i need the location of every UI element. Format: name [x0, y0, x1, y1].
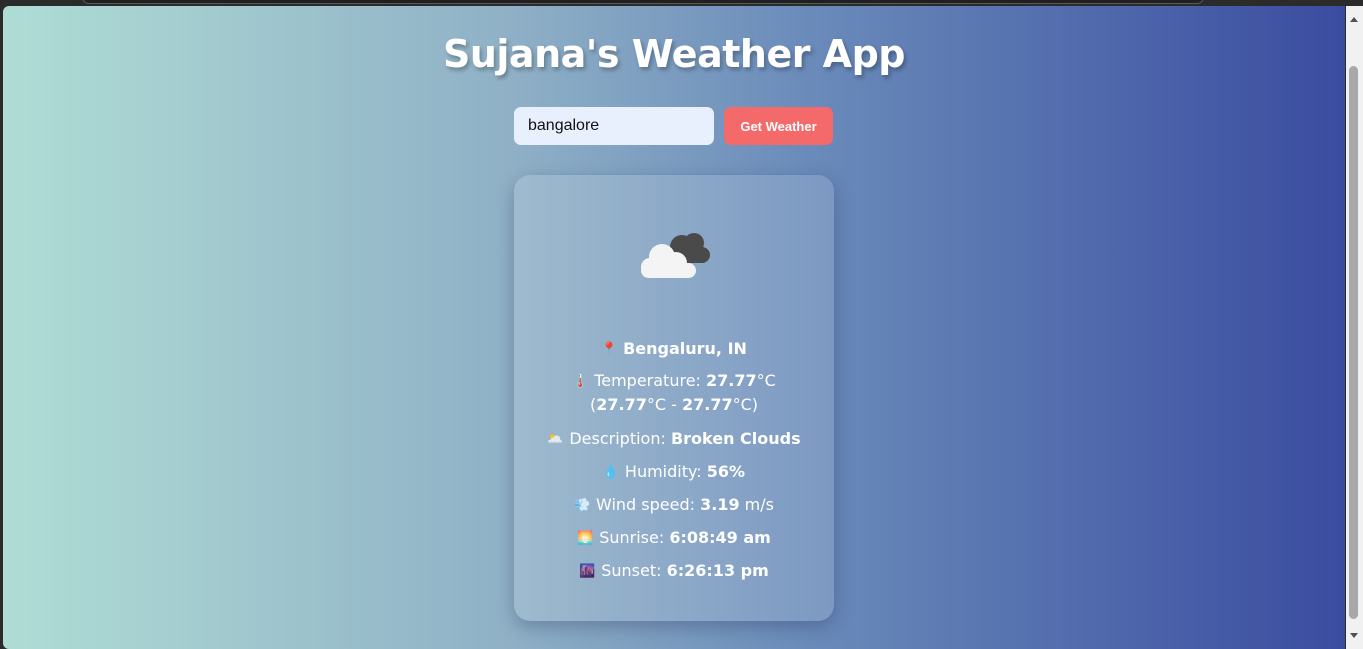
location-name: Bengaluru, IN [623, 339, 747, 358]
temperature-line: 🌡️ Temperature: 27.77°C (27.77°C - 27.77°… [514, 369, 834, 416]
wind-label: Wind speed: [596, 495, 701, 514]
temp-max-value: 27.77 [681, 395, 733, 414]
weather-app-page: Sujana's Weather App Get Weather 📍 Bengal… [3, 6, 1345, 649]
temperature-unit: °C [756, 371, 776, 390]
description-label: Description: [569, 429, 671, 448]
temp-min-value: 27.77 [596, 395, 647, 414]
sunset-icon: 🌆 [579, 564, 596, 579]
sunrise-value: 6:08:49 am [669, 528, 771, 547]
wind-value: 3.19 [700, 495, 740, 514]
temperature-label: Temperature: [594, 371, 707, 390]
scrollbar-thumb[interactable] [1349, 66, 1358, 619]
get-weather-button[interactable]: Get Weather [724, 107, 833, 145]
cloud-icon [641, 233, 710, 278]
address-bar-edge [82, 0, 1204, 4]
scroll-down-icon[interactable] [1350, 633, 1358, 638]
pin-icon: 📍 [601, 342, 618, 357]
range-close: °C) [732, 395, 758, 414]
temperature-value: 27.77 [706, 371, 757, 390]
thermometer-icon: 🌡️ [572, 374, 589, 389]
location-line: 📍 Bengaluru, IN [514, 337, 834, 361]
sunset-label: Sunset: [601, 561, 667, 580]
wind-line: 💨 Wind speed: 3.19 m/s [514, 493, 834, 517]
page-title: Sujana's Weather App [442, 32, 906, 76]
droplet-icon: 💧 [602, 465, 620, 480]
range-separator: °C - [646, 395, 682, 414]
humidity-line: 💧 Humidity: 56% [514, 460, 834, 484]
sunset-value: 6:26:13 pm [666, 561, 769, 580]
sun-behind-cloud-icon: 🌥️ [547, 432, 564, 447]
sunset-line: 🌆 Sunset: 6:26:13 pm [514, 559, 834, 583]
sunrise-label: Sunrise: [599, 528, 670, 547]
scroll-up-icon[interactable] [1350, 17, 1358, 22]
description-line: 🌥️ Description: Broken Clouds [514, 427, 834, 451]
city-search-input[interactable] [514, 107, 714, 145]
humidity-value: 56% [706, 462, 746, 481]
wind-unit: m/s [739, 495, 774, 514]
sunrise-icon: 🌅 [577, 531, 594, 546]
wind-icon: 💨 [574, 498, 591, 513]
humidity-label: Humidity: [624, 462, 707, 481]
sunrise-line: 🌅 Sunrise: 6:08:49 am [514, 526, 834, 550]
description-value: Broken Clouds [670, 429, 801, 448]
weather-card: 📍 Bengaluru, IN 🌡️ Temperature: 27.77°C (2… [514, 175, 834, 621]
vertical-scrollbar[interactable] [1346, 6, 1363, 649]
